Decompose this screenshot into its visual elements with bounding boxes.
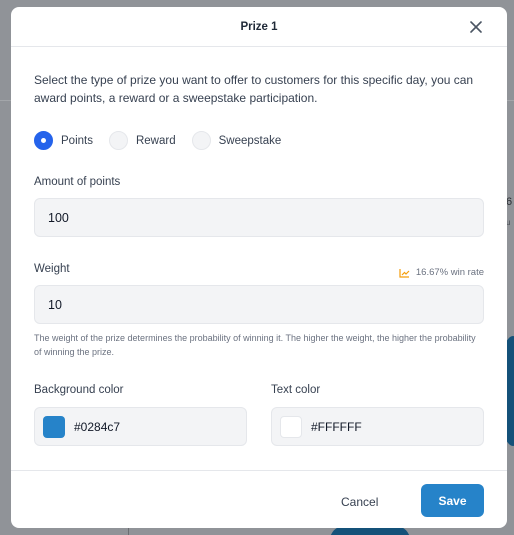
sweepstake-radio-label: Sweepstake xyxy=(218,134,282,147)
background-color-input[interactable]: #0284c7 xyxy=(34,407,247,446)
reward-radio-label: Reward xyxy=(135,134,176,147)
weight-label: Weight xyxy=(34,263,70,275)
text-color-input[interactable]: #FFFFFF xyxy=(271,407,484,446)
sweepstake-radio[interactable] xyxy=(191,131,211,150)
points-radio[interactable] xyxy=(34,131,53,150)
prize-type-points-option[interactable]: Points xyxy=(34,131,93,150)
weight-input[interactable]: 10 xyxy=(34,285,484,324)
points-label: Amount of points xyxy=(34,176,121,188)
text-color-label: Text color xyxy=(271,384,321,396)
modal-title: Prize 1 xyxy=(240,20,278,33)
cancel-button[interactable]: Cancel xyxy=(341,495,378,509)
text-color-swatch[interactable] xyxy=(280,415,302,438)
background-color-swatch[interactable] xyxy=(43,415,65,438)
close-icon[interactable] xyxy=(467,18,485,36)
weight-help-text: The weight of the prize determines the p… xyxy=(34,333,476,357)
trending-up-icon xyxy=(399,268,410,278)
prize-type-radio-group: Points Reward Sweepstake xyxy=(34,131,297,150)
modal-description: Select the type of prize you want to off… xyxy=(34,73,474,105)
background-color-value: #0284c7 xyxy=(74,419,121,434)
prize-modal: Prize 1 Select the type of prize you wan… xyxy=(11,7,507,528)
save-button[interactable]: Save xyxy=(421,484,484,517)
modal-header: Prize 1 xyxy=(11,7,507,47)
win-rate-indicator: 16.67% win rate xyxy=(399,267,484,278)
points-radio-label: Points xyxy=(61,134,93,147)
text-color-value: #FFFFFF xyxy=(311,419,362,434)
modal-footer: Cancel Save xyxy=(11,470,507,528)
points-input[interactable]: 100 xyxy=(34,198,484,237)
prize-type-reward-option[interactable]: Reward xyxy=(108,131,176,150)
background-color-label: Background color xyxy=(34,384,124,396)
reward-radio[interactable] xyxy=(108,131,128,150)
prize-type-sweepstake-option[interactable]: Sweepstake xyxy=(191,131,282,150)
win-rate-text: 16.67% win rate xyxy=(415,267,484,278)
